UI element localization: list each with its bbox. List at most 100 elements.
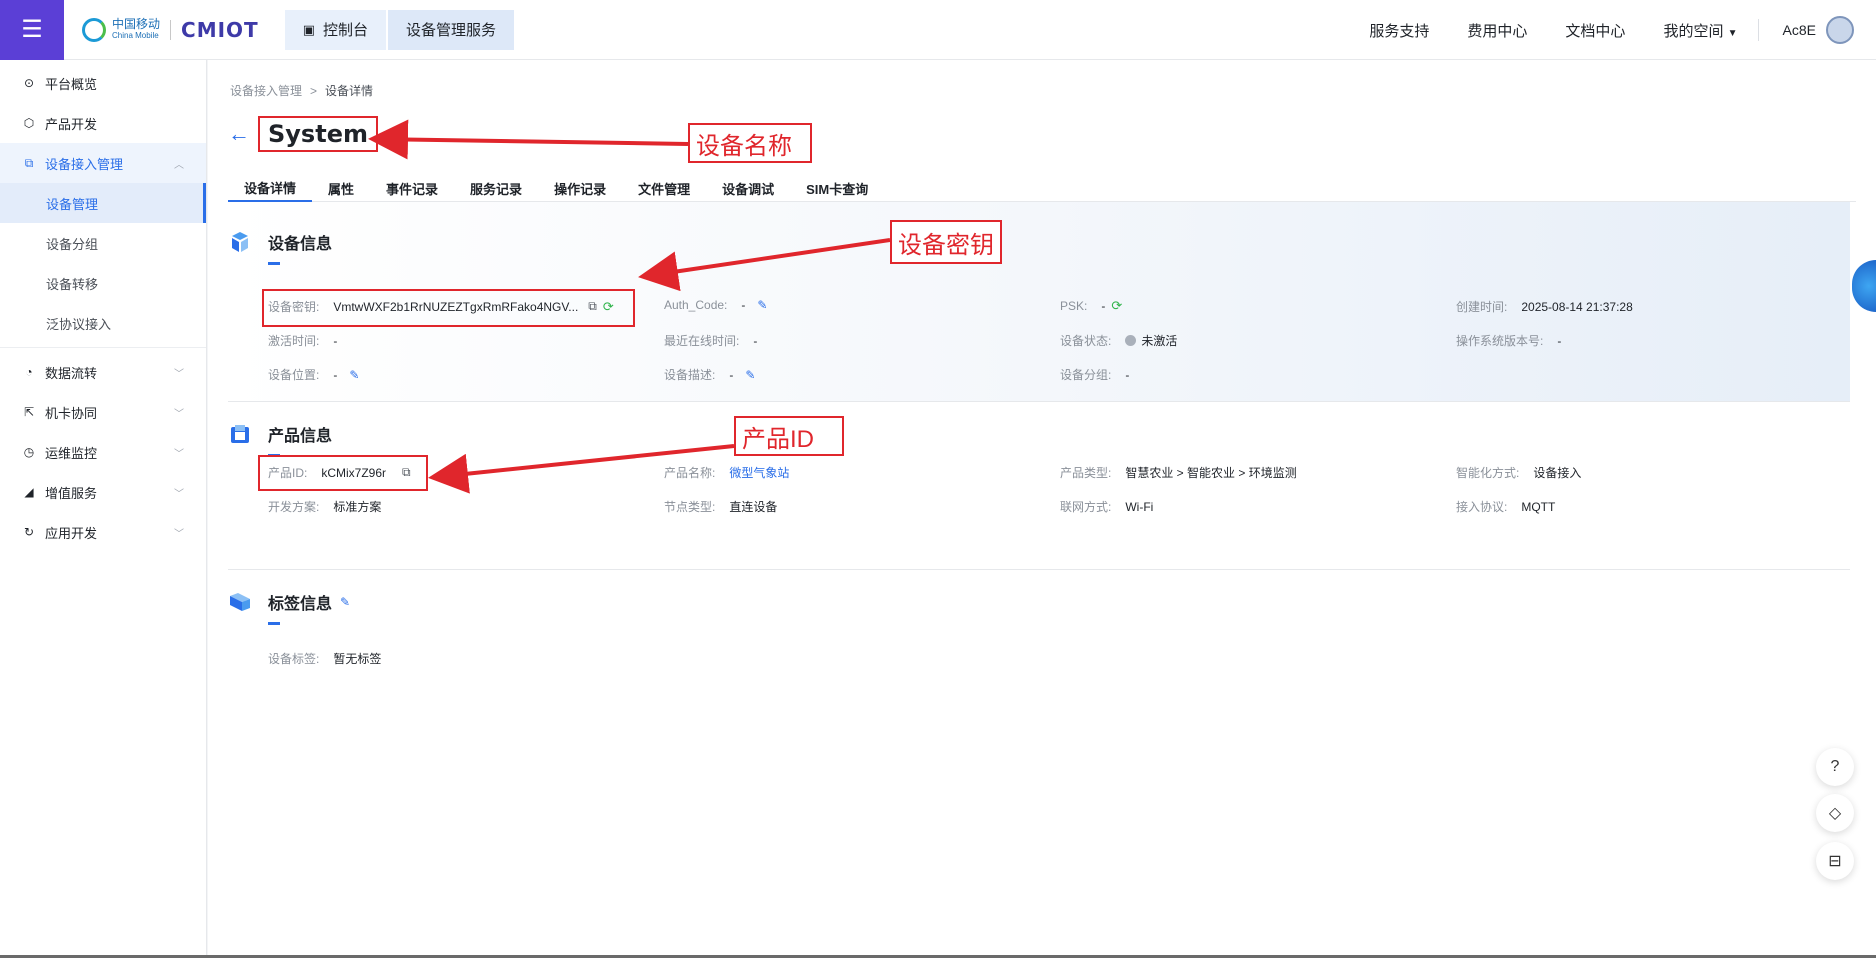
product-name-link[interactable]: 微型气象站 <box>729 464 789 481</box>
device-status-label: 设备状态: <box>1060 334 1112 348</box>
access-protocol-field: 接入协议: MQTT <box>1456 498 1555 515</box>
device-info-section: 设备信息 设备密钥: VmtwWXF2b1RrNUZEZTgxRmRFako4N… <box>228 202 1850 402</box>
dashboard-icon: ⊙ <box>23 76 35 90</box>
last-online-field: 最近在线时间: - <box>664 332 757 349</box>
device-name-callout: 设备名称 <box>688 123 812 163</box>
chevron-down-icon: ﹀ <box>174 408 184 420</box>
device-tag-field: 设备标签: 暂无标签 <box>268 650 381 667</box>
sidebar-item-value-added[interactable]: ◢ 增值服务 ﹀ <box>0 472 206 512</box>
os-version-value: - <box>1557 333 1562 348</box>
edit-icon[interactable]: ✎ <box>745 368 755 382</box>
chevron-down-icon: ﹀ <box>174 448 184 460</box>
billing-center-link[interactable]: 费用中心 <box>1467 20 1527 41</box>
device-group-field: 设备分组: - <box>1060 366 1129 383</box>
last-online-label: 最近在线时间: <box>664 334 740 348</box>
menu-toggle-button[interactable]: ☰ <box>0 0 64 60</box>
back-arrow-icon[interactable]: ← <box>228 121 250 147</box>
device-status-value: 未激活 <box>1141 334 1178 348</box>
device-info-header: 设备信息 <box>228 230 332 254</box>
console-icon: ▣ <box>302 21 315 37</box>
feedback-icon: ◇ <box>1828 805 1842 822</box>
dev-plan-field: 开发方案: 标准方案 <box>268 498 381 515</box>
refresh-icon[interactable]: ⟳ <box>1111 298 1122 314</box>
china-mobile-logo: 中国移动 China Mobile <box>82 17 160 42</box>
brand-logo: CMIOT <box>181 17 259 42</box>
tab-sim[interactable]: SIM卡查询 <box>790 174 884 202</box>
sidebar-item-label: 增值服务 <box>45 485 98 501</box>
product-name-label: 产品名称: <box>664 466 716 480</box>
sidebar-sub-device-transfer[interactable]: 设备转移 <box>0 263 206 303</box>
my-space-menu[interactable]: 我的空间 ▼ <box>1663 20 1737 41</box>
tab-properties[interactable]: 属性 <box>312 174 370 202</box>
sidebar-item-overview[interactable]: ⊙ 平台概览 <box>0 63 206 103</box>
logo[interactable]: 中国移动 China Mobile CMIOT <box>82 0 259 60</box>
node-type-label: 节点类型: <box>664 500 716 514</box>
activated-time-label: 激活时间: <box>268 334 320 348</box>
tab-services[interactable]: 服务记录 <box>454 174 538 202</box>
tab-device-detail[interactable]: 设备详情 <box>228 174 313 202</box>
top-right-nav: 服务支持 费用中心 文档中心 我的空间 ▼ Ac8E <box>1369 0 1876 60</box>
product-id-callout: 产品ID <box>734 416 844 456</box>
sidebar-item-label: 应用开发 <box>45 525 98 541</box>
device-icon: ⧉ <box>24 155 34 170</box>
device-tag-value: 暂无标签 <box>333 652 382 666</box>
tab-files[interactable]: 文件管理 <box>622 174 706 202</box>
product-type-label: 产品类型: <box>1060 466 1112 480</box>
device-name-title: System <box>258 116 378 152</box>
collapse-button[interactable]: ⊟ <box>1816 842 1854 880</box>
created-time-value: 2025-08-14 21:37:28 <box>1521 299 1633 314</box>
feedback-button[interactable]: ◇ <box>1816 794 1854 832</box>
auth-code-value: - <box>741 298 746 312</box>
sidebar-item-ops-monitor[interactable]: ◷ 运维监控 ﹀ <box>0 432 206 472</box>
sidebar-item-product-dev[interactable]: ⬡ 产品开发 <box>0 103 206 143</box>
sidebar-sub-device-management[interactable]: 设备管理 <box>0 183 206 223</box>
main-content: 设备接入管理 > 设备详情 ← System 设备详情 属性 事件记录 服务记录 操… <box>208 60 1876 958</box>
device-info-icon <box>232 232 248 252</box>
network-mode-label: 联网方式: <box>1060 500 1112 514</box>
dev-plan-label: 开发方案: <box>268 500 320 514</box>
chevron-down-icon: ﹀ <box>174 528 184 540</box>
header-divider <box>1757 19 1759 41</box>
sidebar-item-device-access[interactable]: ⧉ 设备接入管理 ︿ <box>0 143 206 183</box>
edit-tags-icon[interactable]: ✎ <box>340 595 350 609</box>
device-desc-field: 设备描述: - ✎ <box>664 366 755 383</box>
edit-icon[interactable]: ✎ <box>349 368 359 382</box>
os-version-label: 操作系统版本号: <box>1456 334 1544 348</box>
sidebar-item-label: 设备接入管理 <box>45 156 124 172</box>
activated-time-field: 激活时间: - <box>268 332 337 349</box>
sidebar-sub-device-group[interactable]: 设备分组 <box>0 223 206 263</box>
assistant-mascot[interactable] <box>1852 260 1876 312</box>
tab-debug[interactable]: 设备调试 <box>706 174 790 202</box>
psk-value: - <box>1101 299 1106 313</box>
device-service-crumb[interactable]: 设备管理服务 <box>388 9 515 50</box>
detail-tabs: 设备详情 属性 事件记录 服务记录 操作记录 文件管理 设备调试 SIM卡查询 <box>228 174 1856 202</box>
network-mode-value: Wi-Fi <box>1125 499 1154 514</box>
service-support-link[interactable]: 服务支持 <box>1369 20 1429 41</box>
my-space-label: 我的空间 <box>1663 22 1724 40</box>
avatar[interactable] <box>1826 16 1854 44</box>
docs-center-link[interactable]: 文档中心 <box>1565 20 1625 41</box>
device-tag-label: 设备标签: <box>268 652 320 666</box>
device-location-label: 设备位置: <box>268 368 320 382</box>
tab-events[interactable]: 事件记录 <box>370 174 454 202</box>
last-online-value: - <box>753 333 758 348</box>
sidebar-divider <box>0 347 206 348</box>
device-service-crumb-label: 设备管理服务 <box>406 22 497 39</box>
status-dot-icon <box>1125 335 1137 346</box>
edit-icon[interactable]: ✎ <box>757 298 767 312</box>
console-crumb[interactable]: ▣ 控制台 <box>284 9 386 50</box>
breadcrumb-separator: > <box>310 84 318 98</box>
access-protocol-label: 接入协议: <box>1456 500 1508 514</box>
sidebar-item-data-flow[interactable]: ◔ 数据流转 ﹀ <box>0 352 206 392</box>
chevron-down-icon: ﹀ <box>174 488 184 500</box>
username[interactable]: Ac8E <box>1783 22 1816 38</box>
help-button[interactable]: ? <box>1816 748 1854 786</box>
sidebar-item-app-dev[interactable]: ↻ 应用开发 ﹀ <box>0 512 206 552</box>
sidebar-item-card-collab[interactable]: ⇱ 机卡协同 ﹀ <box>0 392 206 432</box>
tab-operations[interactable]: 操作记录 <box>538 174 622 202</box>
access-protocol-value: MQTT <box>1521 499 1556 514</box>
china-mobile-mark-icon <box>82 17 106 42</box>
breadcrumb-parent[interactable]: 设备接入管理 <box>230 84 302 98</box>
sidebar-sub-generic-protocol[interactable]: 泛协议接入 <box>0 303 206 343</box>
os-version-field: 操作系统版本号: - <box>1456 332 1561 349</box>
